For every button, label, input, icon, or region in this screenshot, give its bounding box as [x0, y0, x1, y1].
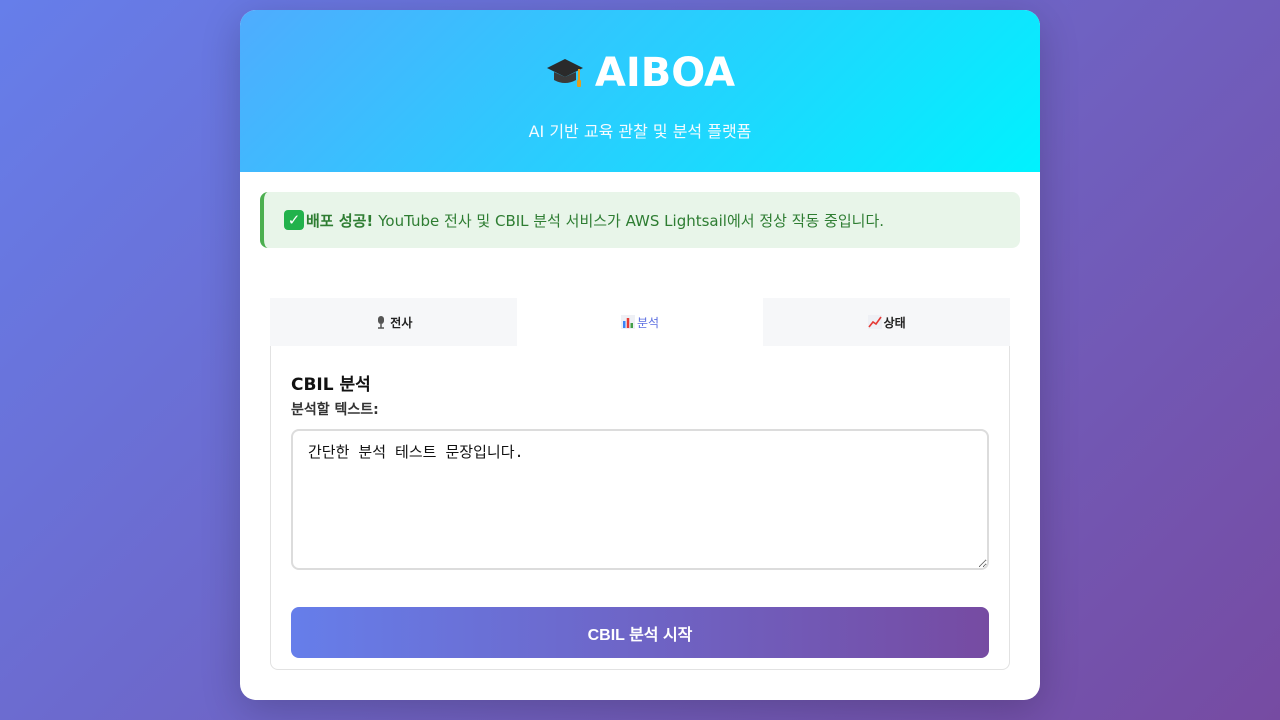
alert-strong: 배포 성공! — [306, 211, 374, 230]
microphone-icon — [378, 316, 385, 329]
header: AIBOA AI 기반 교육 관찰 및 분석 플랫폼 — [240, 10, 1040, 172]
tab-label: 분석 — [636, 315, 660, 330]
success-alert: ✓ 배포 성공! YouTube 전사 및 CBIL 분석 서비스가 AWS L… — [260, 192, 1020, 248]
text-field-label: 분석할 텍스트: — [291, 402, 379, 418]
tab-label: 상태 — [883, 315, 906, 330]
check-icon: ✓ — [284, 210, 304, 230]
tab-label: 전사 — [390, 315, 413, 330]
analysis-text-input[interactable]: 간단한 분석 테스트 문장입니다. — [291, 429, 989, 570]
tab-status[interactable]: 상태 — [763, 298, 1011, 346]
tab-bar: 전사 분석 상태 — [270, 298, 1011, 346]
line-chart-icon — [867, 315, 882, 329]
page-title: AIBOA — [240, 50, 1040, 96]
alert-message: YouTube 전사 및 CBIL 분석 서비스가 AWS Lightsail에… — [378, 211, 885, 230]
tab-transcribe[interactable]: 전사 — [270, 298, 517, 346]
analysis-panel: CBIL 분석 분석할 텍스트: 간단한 분석 테스트 문장입니다. CBIL … — [270, 346, 1010, 670]
panel-title: CBIL 분석 — [291, 375, 371, 395]
tab-analysis[interactable]: 분석 — [516, 298, 764, 346]
app-title: AIBOA — [594, 50, 736, 96]
subtitle: AI 기반 교육 관찰 및 분석 플랫폼 — [528, 122, 752, 141]
start-analysis-button[interactable]: CBIL 분석 시작 — [291, 607, 989, 658]
graduation-cap-icon — [546, 59, 583, 87]
main-card: AIBOA AI 기반 교육 관찰 및 분석 플랫폼 ✓ 배포 성공! YouT… — [240, 10, 1040, 700]
bar-chart-icon — [620, 315, 635, 329]
